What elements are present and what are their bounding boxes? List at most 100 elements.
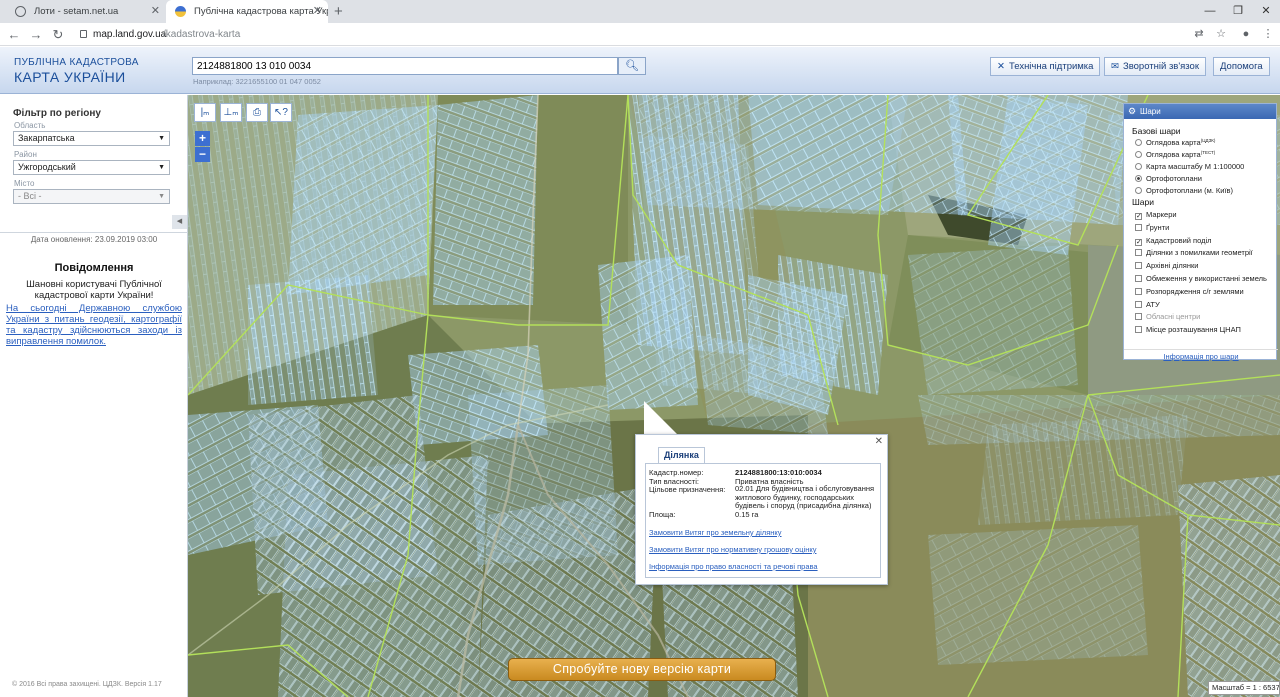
support-label: Технічна підтримка [1008, 61, 1094, 72]
browser-tab-setam[interactable]: Лоти - setam.net.ua ✕ [6, 0, 166, 23]
checkbox-icon[interactable] [1135, 300, 1142, 308]
district-select[interactable]: Ужгородський ▼ [13, 160, 170, 175]
tab-title: Лоти - setam.net.ua [34, 6, 119, 17]
area-row: Площа: 0.15 га [649, 510, 758, 519]
search-hint: Наприклад: 3221655100 01 047 0052 [193, 77, 321, 86]
star-icon[interactable]: ☆ [1211, 23, 1231, 46]
tab-title: Публічна кадастрова карта Укр [194, 6, 328, 17]
cadastral-search-input[interactable] [192, 57, 618, 75]
purpose-label: Цільове призначення: [649, 485, 726, 494]
checkbox-icon[interactable]: ✓ [1135, 213, 1142, 220]
search-button[interactable]: 🔍︎ [618, 57, 646, 75]
overlay-layer-item[interactable]: ✓ Маркери [1135, 210, 1177, 220]
back-icon[interactable]: ← [4, 23, 24, 46]
orthophoto-map[interactable] [188, 95, 1280, 697]
base-layer-label: Ортофотоплани (м. Київ) [1146, 186, 1234, 195]
radio-icon[interactable] [1135, 151, 1142, 158]
area-measure-icon[interactable]: ⊥ₘ [220, 103, 242, 122]
overlay-layer-label: Обмеження у використанні земель [1146, 274, 1267, 283]
overlay-layer-item[interactable]: ✓ Кадастровий поділ [1135, 236, 1212, 246]
lock-icon [80, 30, 87, 38]
minimize-icon[interactable]: — [1196, 0, 1224, 22]
overlay-layer-label: Маркери [1146, 210, 1177, 219]
radio-icon[interactable] [1135, 139, 1142, 146]
overlay-layer-item[interactable]: Ґрунти [1135, 223, 1169, 232]
overlay-layer-item[interactable]: Розпорядження с/г землями [1135, 287, 1244, 296]
radio-icon[interactable] [1135, 163, 1142, 170]
popup-pointer [644, 401, 678, 435]
feedback-button[interactable]: ✉ Зворотній зв'язок [1104, 57, 1206, 76]
tools-icon: ✕ [997, 61, 1005, 72]
ruler-icon[interactable]: |ₘ [194, 103, 216, 122]
new-tab-icon[interactable]: + [334, 0, 343, 23]
menu-icon[interactable]: ⋮ [1258, 23, 1278, 46]
close-icon[interactable]: ✕ [875, 436, 883, 447]
base-layer-item[interactable]: Ортофотоплани [1135, 174, 1202, 183]
account-icon[interactable]: ● [1236, 23, 1256, 46]
site-header: ПУБЛІЧНА КАДАСТРОВА КАРТА УКРАЇНИ 🔍︎ Нап… [0, 47, 1280, 94]
checkbox-icon[interactable] [1135, 326, 1142, 334]
layers-title: Шари [1140, 107, 1161, 116]
base-layer-item[interactable]: Оглядова карта(ЦДЗК) [1135, 138, 1215, 147]
url-host[interactable]: map.land.gov.ua [93, 23, 166, 46]
collapse-sidebar-icon[interactable]: ◀ [172, 215, 187, 229]
area-value: 0.15 га [735, 510, 759, 519]
restore-icon[interactable]: ❐ [1224, 0, 1252, 22]
region-select[interactable]: Закарпатська ▼ [13, 131, 170, 146]
checkbox-icon[interactable] [1135, 223, 1142, 231]
window-close-icon[interactable]: ✕ [1252, 0, 1280, 22]
parcel-popup: ✕ Ділянка Кадастр.номер: 2124881800:13:01… [635, 434, 888, 585]
base-layer-item[interactable]: Ортофотоплани (м. Київ) [1135, 186, 1233, 195]
overlay-layer-item[interactable]: Обмеження у використанні земель [1135, 274, 1267, 283]
overlay-layer-item[interactable]: Місце розташування ЦНАП [1135, 325, 1241, 334]
notice-title: Повідомлення [54, 262, 134, 274]
reload-icon[interactable]: ↻ [48, 23, 68, 46]
zoom-out-button[interactable]: − [195, 147, 210, 162]
base-layer-item[interactable]: Карта масштабу М 1:100000 [1135, 162, 1244, 171]
close-icon[interactable]: ✕ [313, 0, 322, 23]
help-button[interactable]: Допомога [1213, 57, 1270, 76]
overlay-layer-item[interactable]: Архівні ділянки [1135, 261, 1198, 270]
new-version-button[interactable]: Спробуйте нову версію карти [508, 658, 776, 681]
radio-icon[interactable] [1135, 175, 1142, 182]
radio-icon[interactable] [1135, 187, 1142, 194]
browser-tabbar: Лоти - setam.net.ua ✕ Публічна кадастров… [0, 0, 1280, 23]
url-path[interactable]: /kadastrova-karta [163, 23, 240, 46]
checkbox-icon[interactable] [1135, 262, 1142, 270]
info-cursor-icon[interactable]: ↖? [270, 103, 292, 122]
overlay-layer-item[interactable]: Обласні центри [1135, 312, 1200, 321]
checkbox-icon[interactable] [1135, 313, 1142, 321]
layers-header: ⚙ Шари [1124, 104, 1276, 119]
order-valuation-link[interactable]: Замовити Витяг про нормативну грошову оц… [649, 545, 816, 554]
forward-icon[interactable]: → [26, 23, 46, 46]
feedback-label: Зворотній зв'язок [1122, 61, 1199, 72]
checkbox-icon[interactable] [1135, 287, 1142, 295]
map-view[interactable]: |ₘ ⊥ₘ ⎙ ↖? + − ⚙ Шари Базові шари Оглядов… [188, 95, 1280, 697]
chevron-down-icon: ▼ [158, 193, 165, 200]
overlay-layer-item[interactable]: Ділянки з помилками геометрії [1135, 248, 1253, 257]
purpose-value: 02.01 Для будівництва і обслуговування ж… [735, 484, 875, 510]
checkbox-icon[interactable] [1135, 275, 1142, 282]
gear-icon: ⚙ [1128, 106, 1137, 116]
translate-icon[interactable]: ⇄ [1189, 23, 1209, 46]
city-label: Місто [14, 179, 35, 188]
print-icon[interactable]: ⎙ [246, 103, 268, 122]
close-icon[interactable]: ✕ [151, 0, 160, 23]
zoom-in-button[interactable]: + [195, 131, 210, 146]
overlay-layer-item[interactable]: АТУ [1135, 300, 1160, 309]
checkbox-icon[interactable]: ✓ [1135, 238, 1142, 246]
checkbox-icon[interactable] [1135, 249, 1142, 257]
overlay-layer-label: Архівні ділянки [1146, 261, 1199, 271]
overlay-layer-label: Обласні центри [1146, 312, 1201, 322]
layers-info-link[interactable]: Інформація про шари [1124, 349, 1278, 361]
base-layer-item[interactable]: Оглядова карта(ТЕСТ) [1135, 150, 1215, 159]
ownership-info-link[interactable]: Інформація про право власності та речові… [649, 562, 818, 571]
tab-parcel[interactable]: Ділянка [658, 447, 705, 463]
notice-link[interactable]: На сьогодні Державною службою України з … [6, 303, 182, 347]
support-button[interactable]: ✕ Технічна підтримка [990, 57, 1101, 76]
city-select[interactable]: - Всі - ▼ [13, 189, 170, 204]
order-extract-link[interactable]: Замовити Витяг про земельну ділянку [649, 528, 782, 537]
browser-tab-kadastr[interactable]: Публічна кадастрова карта Укр ✕ [166, 0, 328, 23]
chevron-down-icon: ▼ [158, 164, 165, 171]
overlay-layer-label: АТУ [1146, 299, 1160, 309]
